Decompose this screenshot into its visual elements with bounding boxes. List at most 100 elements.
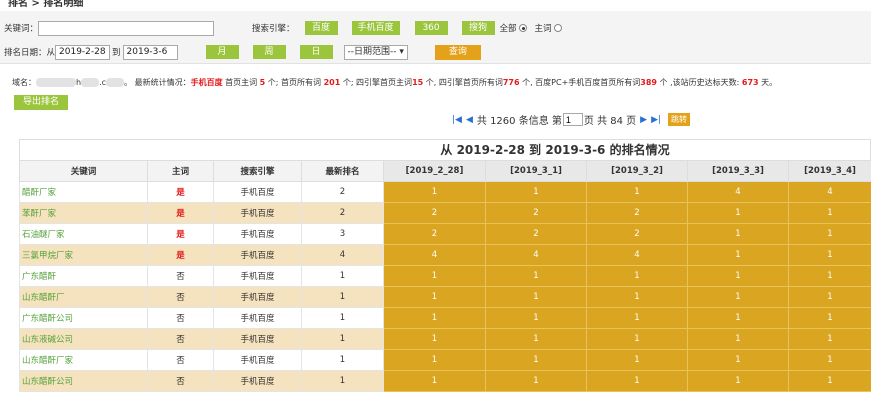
keyword-cell[interactable]: 苯酐厂家 — [19, 202, 148, 224]
engine-sogou-button[interactable]: 搜狗 — [461, 21, 495, 35]
table-header-row: 关键词 主词 搜索引擎 最新排名 [2019_2_28] [2019_3_1] … — [19, 160, 871, 182]
date-rank-cell: 1 — [687, 202, 789, 224]
date-rank-cell: 4 — [383, 244, 486, 266]
date-rank-cell: 1 — [485, 181, 587, 203]
latest-rank-cell: 1 — [301, 349, 384, 371]
first-page-icon[interactable]: |◀ — [452, 115, 462, 125]
latest-rank-cell: 4 — [301, 244, 384, 266]
domain-redacted-1 — [36, 78, 76, 87]
export-ranking-button[interactable]: 导出排名 — [14, 95, 68, 110]
engine-cell: 手机百度 — [213, 328, 302, 350]
stats-text-5: 个, 四引擎首页所有词 — [423, 78, 503, 87]
stats-text-1: 。 最新统计情况： — [124, 78, 191, 87]
col-date: [2019_2_28] — [383, 160, 486, 182]
keyword-cell[interactable]: 山东醋酐厂 — [19, 286, 148, 308]
domain-label: 域名： — [12, 78, 36, 87]
query-button[interactable]: 查询 — [434, 44, 481, 60]
engine-cell: 手机百度 — [213, 244, 302, 266]
keyword-cell[interactable]: 石油醚厂家 — [19, 223, 148, 245]
period-day-button[interactable]: 日 — [299, 45, 333, 59]
period-week-button[interactable]: 周 — [252, 45, 286, 59]
date-rank-cell: 1 — [485, 328, 587, 350]
main-word-cell: 否 — [147, 265, 214, 287]
table-row: 山东液碱公司否手机百度 1 1 1 1 1 1 — [19, 328, 871, 350]
stats-text-4: 个; 四引擎首页主词 — [340, 78, 413, 87]
main-word-cell: 否 — [147, 328, 214, 350]
table-row: 广东醋酐否手机百度 1 1 1 1 1 1 — [19, 265, 871, 287]
go-page-button[interactable]: 跳转 — [668, 113, 691, 126]
engine-mobile-baidu-button[interactable]: 手机百度 — [351, 21, 400, 35]
pagination: |◀ ◀ 共 1260 条信息 第 页 共 84 页 ▶ ▶| 跳转 — [452, 112, 691, 127]
page-number-input[interactable] — [562, 113, 583, 126]
main-word-radio[interactable] — [553, 24, 562, 32]
domain-part-2: .c — [99, 78, 107, 87]
period-month-button[interactable]: 月 — [205, 45, 239, 59]
ranking-table: 关键词 主词 搜索引擎 最新排名 [2019_2_28] [2019_3_1] … — [19, 160, 871, 392]
date-rank-cell: 1 — [586, 328, 688, 350]
latest-rank-cell: 2 — [301, 202, 384, 224]
main-word-cell: 否 — [147, 370, 214, 392]
search-row-1: 关键词： 搜索引擎： 百度 手机百度 360 搜狗 全部 主词 — [4, 19, 562, 37]
main-word-cell: 否 — [147, 349, 214, 371]
date-rank-cell: 2 — [485, 202, 587, 224]
stats-text-8: 天。 — [758, 78, 778, 87]
keyword-cell[interactable]: 山东液碱公司 — [19, 328, 148, 350]
engine-baidu-button[interactable]: 百度 — [304, 21, 338, 35]
engine-cell: 手机百度 — [213, 265, 302, 287]
keyword-cell[interactable]: 醋酐厂家 — [19, 181, 148, 203]
next-page-icon[interactable]: ▶ — [640, 115, 647, 125]
keyword-cell[interactable]: 广东醋酐公司 — [19, 307, 148, 329]
date-rank-cell: 1 — [485, 370, 587, 392]
breadcrumb: 排名 > 排名明细 — [8, 0, 84, 9]
date-from-input[interactable] — [55, 44, 111, 60]
keyword-cell[interactable]: 山东醋酐公司 — [19, 370, 148, 392]
engine-360-button[interactable]: 360 — [414, 21, 448, 35]
table-row: 山东醋酐厂家否手机百度 1 1 1 1 1 1 — [19, 349, 871, 371]
keyword-label: 关键词： — [4, 24, 39, 34]
date-rank-cell: 1 — [485, 349, 587, 371]
date-rank-cell: 1 — [788, 328, 871, 350]
latest-rank-cell: 1 — [301, 286, 384, 308]
keyword-cell[interactable]: 广东醋酐 — [19, 265, 148, 287]
latest-rank-cell: 3 — [301, 223, 384, 245]
date-rank-cell: 2 — [586, 223, 688, 245]
stats-text-6: 个, 百度PC+手机百度首页所有词 — [519, 78, 641, 87]
keyword-cell[interactable]: 三氯甲烷厂家 — [19, 244, 148, 266]
stats-home-all: 201 — [323, 78, 341, 87]
engine-cell: 手机百度 — [213, 370, 302, 392]
date-rank-cell: 1 — [788, 370, 871, 392]
last-page-icon[interactable]: ▶| — [651, 115, 661, 125]
date-rank-cell: 1 — [586, 349, 688, 371]
date-rank-cell: 1 — [788, 307, 871, 329]
prev-page-icon[interactable]: ◀ — [466, 115, 473, 125]
main-word-label: 主词 — [534, 24, 552, 34]
date-rank-cell: 2 — [383, 223, 486, 245]
date-rank-cell: 1 — [586, 370, 688, 392]
date-rank-cell: 1 — [383, 349, 486, 371]
latest-rank-cell: 2 — [301, 181, 384, 203]
date-rank-cell: 1 — [788, 349, 871, 371]
date-to-input[interactable] — [122, 44, 178, 60]
keyword-input[interactable] — [38, 20, 215, 36]
all-radio[interactable] — [518, 24, 527, 32]
date-range-select[interactable]: --日期范围-- ▾ — [343, 44, 408, 60]
date-rank-cell: 2 — [586, 202, 688, 224]
date-rank-cell: 1 — [586, 307, 688, 329]
col-keyword: 关键词 — [19, 160, 148, 182]
stats-pc-mobile-all: 389 — [640, 78, 657, 87]
date-rank-cell: 1 — [383, 370, 486, 392]
table-row: 广东醋酐公司否手机百度 1 1 1 1 1 1 — [19, 307, 871, 329]
keyword-cell[interactable]: 山东醋酐厂家 — [19, 349, 148, 371]
date-rank-cell: 1 — [586, 286, 688, 308]
date-rank-cell: 1 — [485, 307, 587, 329]
main-word-cell: 是 — [147, 223, 214, 245]
col-main-word: 主词 — [147, 160, 214, 182]
table-title: 从 2019-2-28 到 2019-3-6 的排名情况 — [19, 139, 871, 160]
date-rank-cell: 1 — [586, 265, 688, 287]
stats-four-all: 776 — [502, 78, 520, 87]
latest-rank-cell: 1 — [301, 265, 384, 287]
main-word-cell: 是 — [147, 244, 214, 266]
date-rank-cell: 1 — [485, 286, 587, 308]
latest-rank-cell: 1 — [301, 370, 384, 392]
date-rank-cell: 1 — [687, 244, 789, 266]
